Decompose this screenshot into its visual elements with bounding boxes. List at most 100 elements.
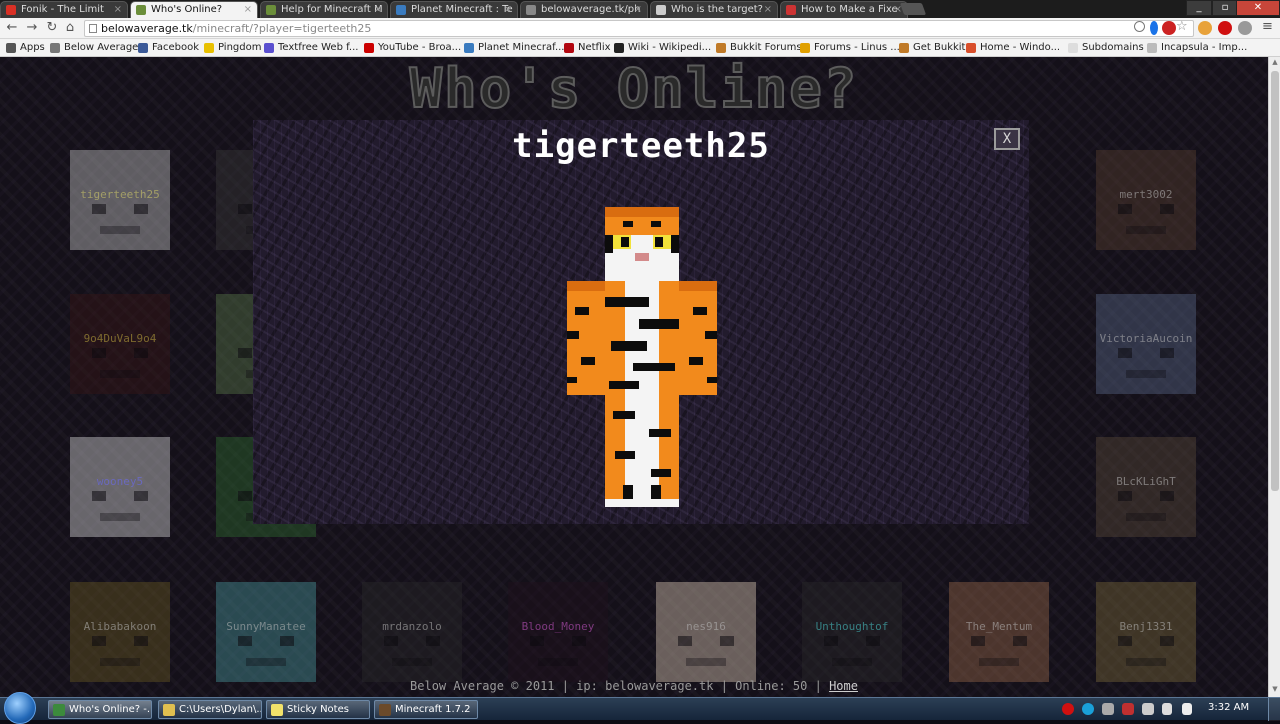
bookmark-item[interactable]: YouTube - Broa... [364,41,461,55]
player-mouth [1126,658,1166,666]
player-avatar[interactable]: wooney5 [70,437,170,537]
taskbar-item[interactable]: Sticky Notes [266,700,370,719]
tab-close-icon[interactable]: × [504,2,512,17]
menu-icon[interactable]: ≡ [1262,19,1273,34]
player-avatar[interactable]: Alibabakoon [70,582,170,682]
scrollbar-thumb[interactable] [1271,71,1279,491]
player-eye [426,636,440,646]
home-icon[interactable]: ⌂ [62,20,78,36]
start-button[interactable] [4,692,36,724]
browser-tab[interactable]: How to Make a Fixe × [780,1,908,18]
player-avatar[interactable]: mrdanzolo [362,582,462,682]
bookmark-item[interactable]: Netflix [564,41,611,55]
player-name: 9o4DuVaL9o4 [83,332,157,345]
browser-tab[interactable]: Planet Minecraft : Te × [390,1,518,18]
bookmark-item[interactable]: Subdomains [1068,41,1144,55]
taskbar-item[interactable]: C:\Users\Dylan\... [158,700,262,719]
tab-close-icon[interactable]: × [634,2,642,17]
player-avatar[interactable]: Unthoughtof [802,582,902,682]
tray-icon[interactable] [1062,703,1074,715]
tray-icon[interactable] [1102,703,1114,715]
new-tab-button[interactable] [899,3,927,15]
player-eye [1160,348,1174,358]
player-avatar[interactable]: mert3002 [1096,150,1196,250]
show-desktop-button[interactable] [1268,698,1280,721]
bookmark-item[interactable]: Get Bukkit [899,41,965,55]
bookmark-item[interactable]: Below Average [50,41,138,55]
player-eye [1160,491,1174,501]
taskbar-item[interactable]: Who's Online? -... [48,700,152,719]
home-link[interactable]: Home [829,679,858,693]
extension-icon[interactable] [1238,21,1252,35]
tray-icon[interactable] [1142,703,1154,715]
volume-icon[interactable] [1182,703,1192,715]
maximize-button[interactable]: ▫ [1212,0,1238,16]
player-avatar[interactable]: Benj1331 [1096,582,1196,682]
bookmark-item[interactable]: Home - Windo... [966,41,1060,55]
browser-tab[interactable]: Who's Online? × [130,1,258,18]
bookmark-item[interactable]: Wiki - Wikipedi... [614,41,711,55]
extension-icon[interactable] [1218,21,1232,35]
bookmark-item[interactable]: Apps [6,41,45,55]
player-avatar[interactable]: Blood_Money [508,582,608,682]
extension-icon[interactable] [1162,21,1176,35]
tray-icon[interactable] [1082,703,1094,715]
bookmark-item[interactable]: Planet Minecraf... [464,41,565,55]
bookmark-item[interactable]: Pingdom [204,41,261,55]
player-eye [720,636,734,646]
player-avatar[interactable]: BLcKLiGhT [1096,437,1196,537]
browser-tab[interactable]: Fonik - The Limit × [0,1,128,18]
player-avatar[interactable]: VictoriaAucoin [1096,294,1196,394]
player-avatar[interactable]: 9o4DuVaL9o4 [70,294,170,394]
url-path: /minecraft/?player=tigerteeth25 [192,22,372,35]
minimize-button[interactable]: _ [1186,0,1212,16]
favicon-icon [656,5,666,15]
player-eye [1118,491,1132,501]
taskbar: Who's Online? -... C:\Users\Dylan\... Stic… [0,692,1280,724]
close-icon[interactable]: X [994,128,1020,150]
taskbar-item[interactable]: Minecraft 1.7.2 [374,700,478,719]
tab-close-icon[interactable]: × [764,2,772,17]
skin-stripe [615,451,635,459]
reload-icon[interactable]: ↻ [44,20,60,36]
browser-tab[interactable]: Help for Minecraft M × [260,1,388,18]
player-avatar[interactable]: tigerteeth25 [70,150,170,250]
bookmark-item[interactable]: Facebook [138,41,199,55]
bookmark-star-icon[interactable]: ☆ [1176,19,1188,34]
bookmark-item[interactable]: Textfree Web f... [264,41,358,55]
page-icon [89,24,97,33]
tab-close-icon[interactable]: × [244,2,252,17]
network-icon[interactable] [1162,703,1172,715]
extension-icon[interactable] [1150,21,1158,35]
player-avatar[interactable]: nes916 [656,582,756,682]
tray-icon[interactable] [1122,703,1134,715]
tab-close-icon[interactable]: × [114,2,122,17]
browser-tab[interactable]: Who is the target? × [650,1,778,18]
search-icon[interactable] [1134,21,1145,32]
player-eye [134,348,148,358]
scroll-up-icon[interactable]: ▲ [1271,58,1279,66]
bookmark-label: Facebook [152,42,199,53]
scrollbar[interactable]: ▲ ▼ [1268,57,1280,697]
clock[interactable]: 3:32 AM [1208,702,1249,713]
player-mouth [100,226,140,234]
browser-tab[interactable]: belowaverage.tk/ph × [520,1,648,18]
extension-icon[interactable] [1198,21,1212,35]
back-icon[interactable]: ← [4,20,20,36]
taskbar-item-label: Minecraft 1.7.2 [395,704,471,715]
bookmark-item[interactable]: Forums - Linus ... [800,41,900,55]
bookmark-label: Bukkit Forums [730,42,802,53]
address-bar[interactable]: belowaverage.tk/minecraft/?player=tigert… [84,20,1194,37]
player-eye [134,636,148,646]
bookmark-item[interactable]: Bukkit Forums [716,41,802,55]
bookmark-label: Forums - Linus ... [814,42,900,53]
forward-icon[interactable]: → [24,20,40,36]
bookmark-label: Wiki - Wikipedi... [628,42,712,53]
skin-stripe [581,357,595,365]
window-close-button[interactable]: ✕ [1236,0,1280,16]
scroll-down-icon[interactable]: ▼ [1271,685,1279,693]
player-avatar[interactable]: The_Mentum [949,582,1049,682]
bookmark-item[interactable]: Incapsula - Imp... [1147,41,1247,55]
tab-close-icon[interactable]: × [374,2,382,17]
player-avatar[interactable]: SunnyManatee [216,582,316,682]
